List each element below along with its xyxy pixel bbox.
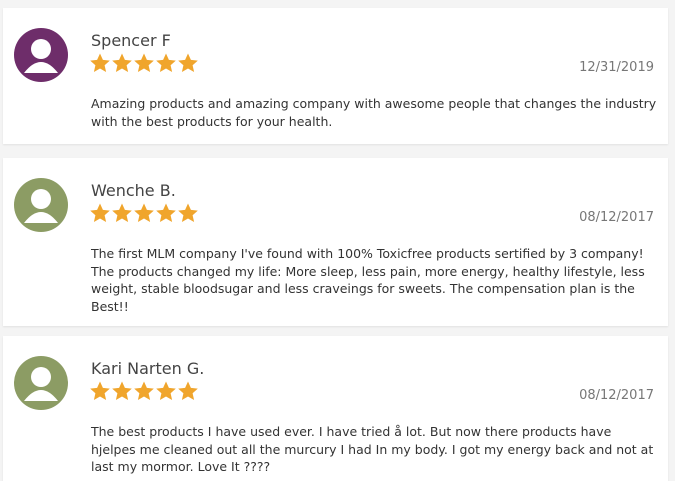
user-avatar-icon	[14, 28, 68, 82]
review-text: Amazing products and amazing company wit…	[91, 95, 661, 130]
review-text-line: with the best products for your health.	[91, 113, 333, 129]
star-rating	[89, 202, 199, 224]
star-icon	[156, 203, 176, 222]
star-icon	[90, 381, 110, 400]
review-text-line: The best products I have used ever. I ha…	[91, 424, 612, 439]
star-rating	[89, 52, 199, 74]
star-icon	[90, 203, 110, 222]
star-icon	[156, 53, 176, 72]
review-card: Spencer F 12/31/2019 Amazing products an…	[3, 8, 668, 144]
review-card: Kari Narten G. 08/12/2017 The best produ…	[3, 336, 668, 481]
star-icon	[134, 203, 154, 222]
review-text-line: The products changed my life: More sleep…	[91, 263, 645, 279]
reviewer-name: Wenche B.	[91, 181, 176, 200]
review-text-line: weight, stable bloodsugar and less crave…	[91, 281, 635, 296]
review-text: The first MLM company I've found with 10…	[91, 245, 661, 315]
star-icon	[90, 53, 110, 72]
user-avatar-icon	[14, 178, 68, 232]
star-icon	[178, 53, 198, 72]
review-text-line: Best!!	[91, 298, 129, 314]
review-text-line: The first MLM company I've found with 10…	[91, 246, 644, 261]
user-avatar-icon	[14, 356, 68, 410]
review-date: 08/12/2017	[579, 210, 654, 225]
star-icon	[112, 53, 132, 72]
review-text: The best products I have used ever. I ha…	[91, 423, 661, 476]
reviewer-name: Spencer F	[91, 31, 171, 50]
review-text-line: hjelpes me cleaned out all the murcury I…	[91, 441, 654, 457]
review-date: 12/31/2019	[579, 60, 654, 75]
star-icon	[156, 381, 176, 400]
review-date: 08/12/2017	[579, 388, 654, 403]
review-text-line: last my mormor. Love It ????	[91, 459, 271, 474]
reviewer-name: Kari Narten G.	[91, 359, 205, 378]
star-icon	[112, 203, 132, 222]
star-icon	[112, 381, 132, 400]
star-rating	[89, 380, 199, 402]
star-icon	[178, 381, 198, 400]
star-icon	[178, 203, 198, 222]
review-card: Wenche B. 08/12/2017 The first MLM compa…	[3, 158, 668, 326]
star-icon	[134, 53, 154, 72]
star-icon	[134, 381, 154, 400]
review-text-line: Amazing products and amazing company wit…	[91, 96, 657, 111]
